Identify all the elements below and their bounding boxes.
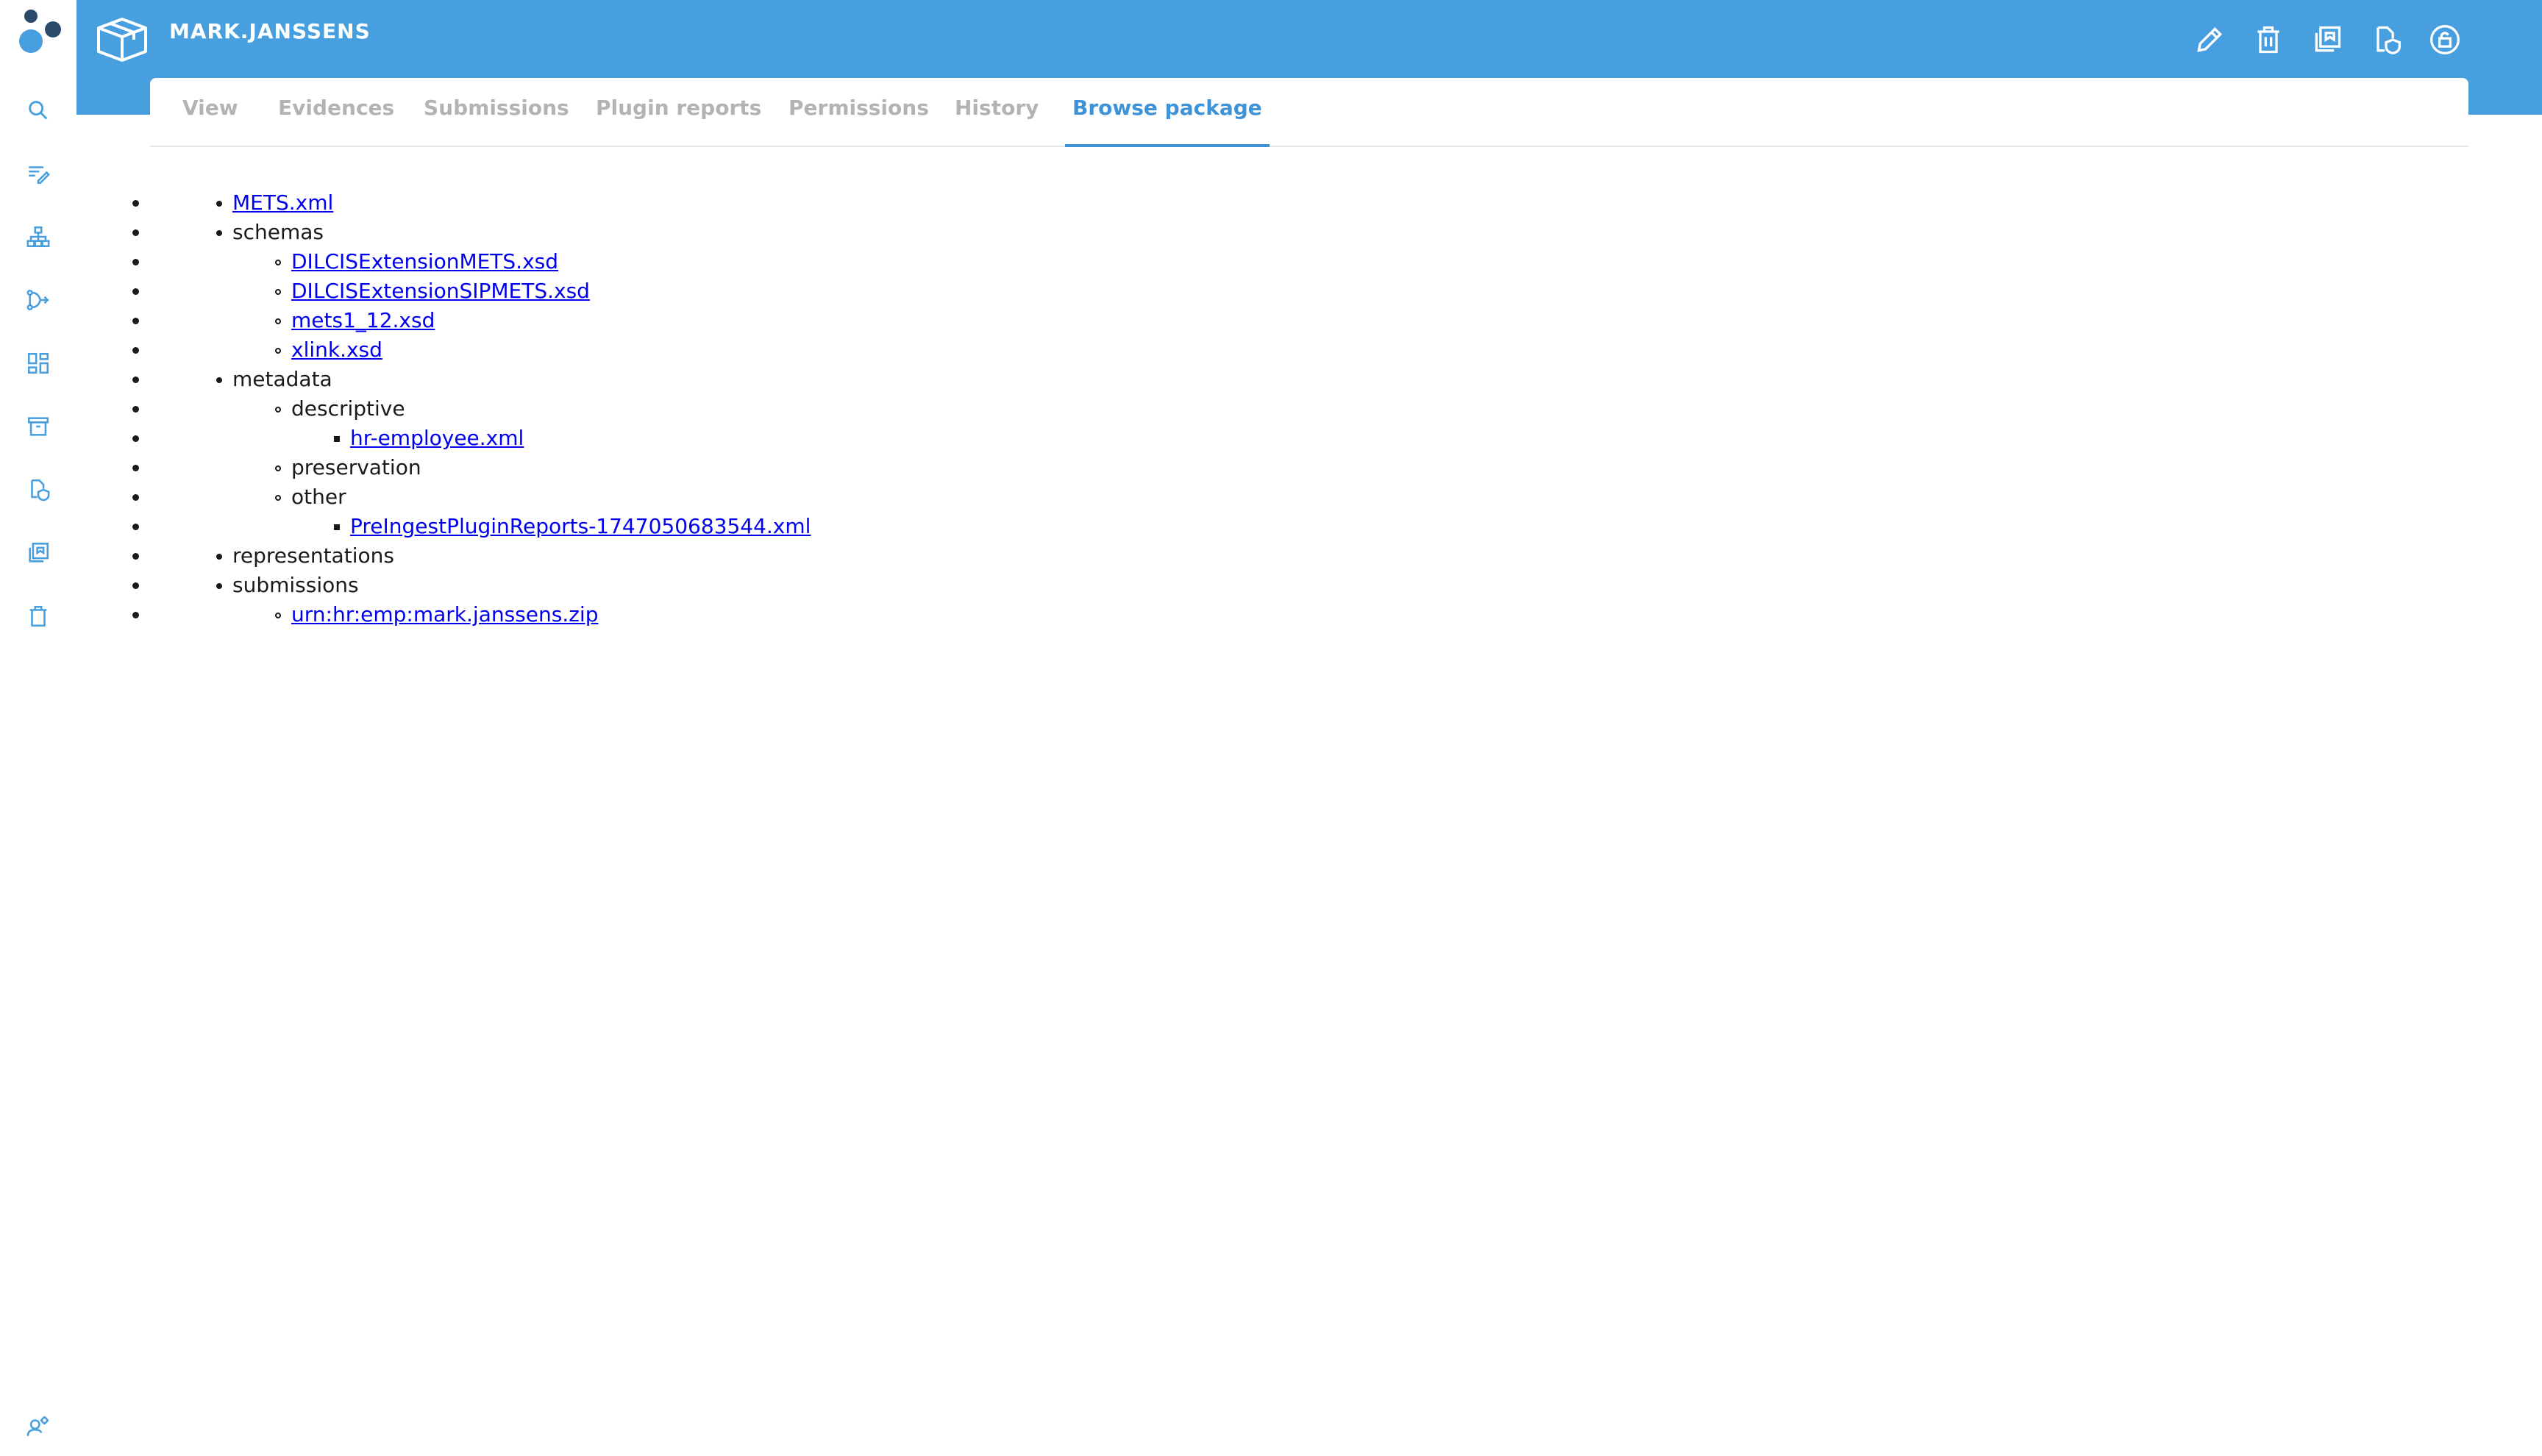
- list-item: DILCISExtensionMETS.xsd: [150, 247, 811, 276]
- representations-icon[interactable]: [22, 537, 54, 569]
- app-logo-icon[interactable]: [13, 6, 63, 56]
- user-settings-icon[interactable]: [22, 1410, 54, 1443]
- list-item: DILCISExtensionSIPMETS.xsd: [150, 276, 811, 306]
- list-item: hr-employee.xml: [150, 424, 811, 453]
- tab-bar: View Evidences Submissions Plugin report…: [150, 78, 2468, 147]
- edit-icon: [2197, 26, 2223, 52]
- file-link[interactable]: METS.xml: [232, 190, 333, 215]
- list-item: PreIngestPluginReports-1747050683544.xml: [150, 512, 811, 541]
- ingest-icon[interactable]: [22, 284, 54, 316]
- hierarchy-icon[interactable]: [22, 221, 54, 253]
- trash-icon[interactable]: [22, 600, 54, 632]
- preservation-icon: [2377, 26, 2401, 55]
- list-item: mets1_12.xsd: [150, 306, 811, 335]
- list-item: xlink.xsd: [150, 335, 811, 365]
- package-icon: [97, 18, 147, 62]
- list-item: urn:hr:emp:mark.janssens.zip: [150, 600, 811, 629]
- file-link[interactable]: DILCISExtensionSIPMETS.xsd: [291, 279, 590, 303]
- tab-browse-package[interactable]: Browse package: [1065, 96, 1270, 147]
- copy-icon: [2315, 26, 2341, 52]
- folder-label: representations: [232, 543, 394, 568]
- folder-item: other: [150, 482, 811, 512]
- edit-button[interactable]: [2189, 19, 2230, 60]
- folder-label: metadata: [232, 367, 332, 391]
- catalogue-icon[interactable]: [22, 157, 54, 190]
- action-toolbar: [2171, 19, 2542, 60]
- folder-item: descriptive: [150, 394, 811, 424]
- folder-item: representations: [150, 541, 811, 571]
- page-title: MARK.JANSSENS: [169, 19, 371, 43]
- copy-button[interactable]: [2307, 19, 2348, 60]
- package-tree: METS.xml schemas DILCISExtensionMETS.xsd…: [150, 188, 811, 629]
- file-link[interactable]: PreIngestPluginReports-1747050683544.xml: [350, 514, 811, 538]
- lock-icon: [2430, 25, 2460, 54]
- archive-icon[interactable]: [22, 410, 54, 443]
- folder-item: preservation: [150, 453, 811, 482]
- list-item: METS.xml: [150, 188, 811, 218]
- folder-label: schemas: [232, 220, 324, 244]
- lock-button[interactable]: [2424, 19, 2466, 60]
- delete-icon: [2257, 26, 2279, 54]
- preservation-button[interactable]: [2365, 19, 2407, 60]
- file-link[interactable]: hr-employee.xml: [350, 426, 524, 450]
- file-link[interactable]: DILCISExtensionMETS.xsd: [291, 249, 558, 274]
- tab-evidences[interactable]: Evidences: [278, 96, 394, 147]
- folder-label: descriptive: [291, 396, 405, 421]
- tab-history[interactable]: History: [955, 96, 1039, 147]
- preservation-icon[interactable]: [22, 474, 54, 506]
- tab-permissions[interactable]: Permissions: [788, 96, 929, 147]
- delete-button[interactable]: [2248, 19, 2289, 60]
- tab-view[interactable]: View: [182, 96, 238, 147]
- folder-label: other: [291, 485, 346, 509]
- file-link[interactable]: mets1_12.xsd: [291, 308, 435, 332]
- folder-item: metadata: [150, 365, 811, 394]
- folder-item: submissions: [150, 571, 811, 600]
- folder-label: preservation: [291, 455, 421, 479]
- content-card: View Evidences Submissions Plugin report…: [150, 78, 2468, 1456]
- sidebar: [0, 0, 76, 1456]
- folder-label: submissions: [232, 573, 359, 597]
- search-icon[interactable]: [22, 94, 54, 126]
- tab-submissions[interactable]: Submissions: [424, 96, 569, 147]
- dashboard-icon[interactable]: [22, 347, 54, 379]
- file-link[interactable]: xlink.xsd: [291, 338, 382, 362]
- folder-item: schemas: [150, 218, 811, 247]
- file-link[interactable]: urn:hr:emp:mark.janssens.zip: [291, 602, 598, 627]
- tab-plugin-reports[interactable]: Plugin reports: [596, 96, 761, 147]
